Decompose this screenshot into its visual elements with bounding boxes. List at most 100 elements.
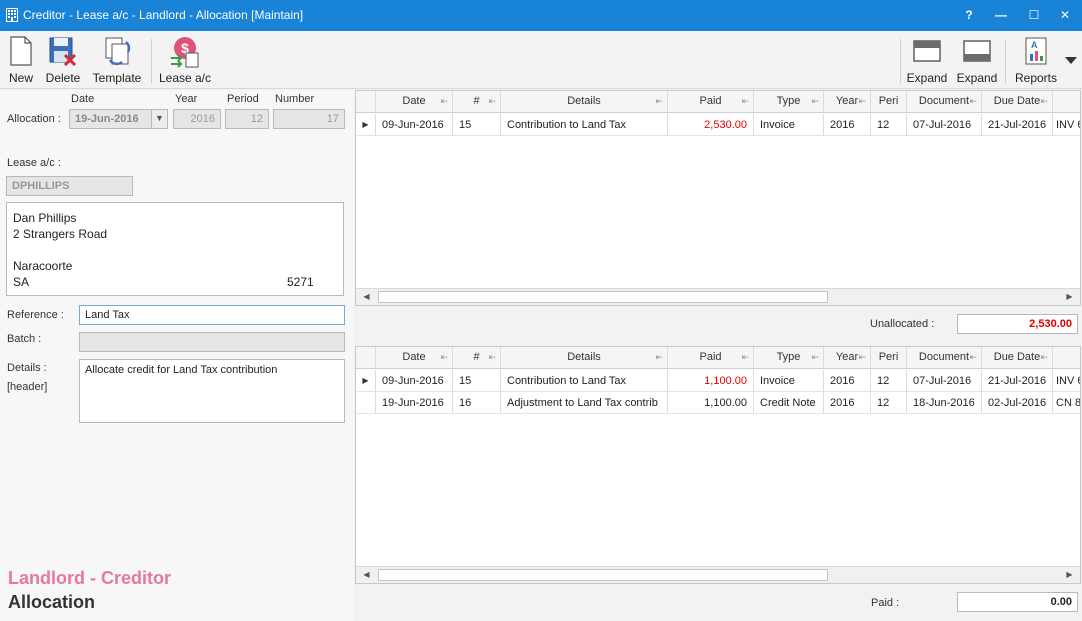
col-type[interactable]: Type ⇤ — [754, 91, 824, 112]
scroll-thumb[interactable] — [378, 569, 828, 581]
scroll-thumb[interactable] — [378, 291, 828, 303]
cell-details: Adjustment to Land Tax contrib — [501, 392, 668, 413]
toolbar: New Delete Template $ Lease a/c Expand E… — [0, 31, 1082, 89]
expand-label-1: Expand — [906, 71, 948, 85]
col-period[interactable]: Peri — [871, 347, 907, 368]
outstanding-grid: Date ⇤ # ⇤ Details ⇤ Paid ⇤ Type ⇤ Year ⇤ Peri… — [355, 90, 1081, 306]
cell-paid: 1,100.00 — [668, 392, 754, 413]
pin-icon: ⇤ — [858, 352, 866, 362]
delete-button[interactable]: Delete — [42, 31, 84, 89]
new-label: New — [8, 71, 33, 85]
template-label: Template — [92, 71, 142, 85]
table-row[interactable]: 19-Jun-2016 16 Adjustment to Land Tax co… — [356, 392, 1080, 414]
horizontal-scrollbar[interactable]: ◀ ▶ — [356, 566, 1080, 583]
col-type[interactable]: Type ⇤ — [754, 347, 824, 368]
cell-due-date: 21-Jul-2016 — [982, 370, 1053, 391]
toolbar-overflow-icon[interactable] — [1064, 55, 1078, 65]
period-header: Period — [227, 93, 259, 105]
scroll-right-icon[interactable]: ▶ — [1061, 289, 1078, 305]
col-due-date[interactable]: Due Date ⇤ — [982, 91, 1053, 112]
pin-icon: ⇤ — [741, 96, 749, 106]
scroll-right-icon[interactable]: ▶ — [1061, 567, 1078, 583]
table-row[interactable]: ▶ 09-Jun-2016 15 Contribution to Land Ta… — [356, 370, 1080, 392]
cell-due-date: 02-Jul-2016 — [982, 392, 1053, 413]
reference-field[interactable]: Land Tax — [79, 305, 345, 325]
year-field[interactable]: 2016 — [173, 109, 221, 129]
col-extra[interactable] — [1053, 347, 1080, 368]
grid-header: Date ⇤ # ⇤ Details ⇤ Paid ⇤ Type ⇤ Year ⇤ Peri… — [356, 347, 1080, 369]
col-due-date[interactable]: Due Date ⇤ — [982, 347, 1053, 368]
pin-icon: ⇤ — [1040, 352, 1048, 362]
reports-button[interactable]: A Reports — [1010, 31, 1062, 89]
paid-label: Paid : — [871, 597, 900, 609]
col-document[interactable]: Document ⇤ — [907, 347, 982, 368]
number-field[interactable]: 17 — [273, 109, 345, 129]
pin-icon: ⇤ — [655, 96, 663, 106]
col-year[interactable]: Year ⇤ — [824, 347, 871, 368]
batch-field[interactable] — [79, 332, 345, 352]
col-extra[interactable] — [1053, 91, 1080, 112]
minimize-button[interactable]: — — [984, 0, 1018, 31]
col-date[interactable]: Date ⇤ — [376, 91, 453, 112]
col-period[interactable]: Peri — [871, 91, 907, 112]
expand-button-1[interactable]: Expand — [904, 31, 950, 89]
col-year[interactable]: Year ⇤ — [824, 91, 871, 112]
col-paid[interactable]: Paid ⇤ — [668, 347, 754, 368]
allocation-date-field[interactable]: 19-Jun-2016 ▼ — [69, 109, 168, 129]
lease-account-field[interactable]: DPHILLIPS — [6, 176, 133, 196]
close-button[interactable]: ✕ — [1048, 0, 1082, 31]
col-paid[interactable]: Paid ⇤ — [668, 91, 754, 112]
col-date[interactable]: Date ⇤ — [376, 347, 453, 368]
allocation-date-value: 19-Jun-2016 — [75, 113, 139, 125]
pin-icon: ⇤ — [741, 352, 749, 362]
period-field[interactable]: 12 — [225, 109, 269, 129]
chevron-down-icon[interactable]: ▼ — [151, 110, 167, 128]
reports-label: Reports — [1014, 71, 1058, 85]
horizontal-scrollbar[interactable]: ◀ ▶ — [356, 288, 1080, 305]
details-sub-label: [header] — [7, 381, 48, 393]
cell-year: 2016 — [824, 392, 871, 413]
row-indicator-header — [356, 91, 376, 112]
help-button[interactable]: ? — [952, 0, 986, 31]
template-button[interactable]: Template — [88, 31, 146, 89]
row-selector-icon: ▶ — [356, 114, 376, 135]
expand-label-2: Expand — [956, 71, 998, 85]
delete-save-icon — [49, 37, 77, 66]
table-row[interactable]: ▶ 09-Jun-2016 15 Contribution to Land Ta… — [356, 114, 1080, 136]
cell-details: Contribution to Land Tax — [501, 370, 668, 391]
cell-period: 12 — [871, 392, 907, 413]
scroll-left-icon[interactable]: ◀ — [358, 289, 375, 305]
cell-extra: CN 8 — [1056, 397, 1080, 409]
year-header: Year — [175, 93, 198, 105]
cell-year: 2016 — [824, 114, 871, 135]
pin-icon: ⇤ — [440, 96, 448, 106]
cell-paid: 2,530.00 — [668, 114, 754, 135]
col-number[interactable]: # ⇤ — [453, 91, 501, 112]
cell-extra: INV 6 — [1056, 119, 1080, 131]
toolbar-separator — [1005, 39, 1006, 83]
form-title-main: Allocation — [8, 592, 96, 612]
col-number[interactable]: # ⇤ — [453, 347, 501, 368]
unallocated-value: 2,530.00 — [957, 314, 1078, 334]
col-details[interactable]: Details ⇤ — [501, 91, 668, 112]
cell-document: 07-Jul-2016 — [907, 114, 982, 135]
details-field[interactable]: Allocate credit for Land Tax contributio… — [79, 359, 345, 423]
pin-icon: ⇤ — [488, 352, 496, 362]
cell-due-date: 21-Jul-2016 — [982, 114, 1053, 135]
cell-year: 2016 — [824, 370, 871, 391]
new-button[interactable]: New — [2, 31, 40, 89]
maximize-button[interactable]: ☐ — [1017, 0, 1051, 31]
col-document[interactable]: Document ⇤ — [907, 91, 982, 112]
reference-label: Reference : — [7, 309, 64, 321]
delete-label: Delete — [45, 71, 81, 85]
lease-account-label: Lease a/c : — [7, 157, 61, 169]
scroll-left-icon[interactable]: ◀ — [358, 567, 375, 583]
lease-account-button[interactable]: $ Lease a/c — [156, 31, 214, 89]
grid-header: Date ⇤ # ⇤ Details ⇤ Paid ⇤ Type ⇤ Year ⇤ Peri… — [356, 91, 1080, 113]
pin-icon: ⇤ — [655, 352, 663, 362]
cell-number: 15 — [453, 114, 501, 135]
svg-text:A: A — [1031, 40, 1038, 50]
col-details[interactable]: Details ⇤ — [501, 347, 668, 368]
template-icon — [105, 37, 131, 66]
expand-button-2[interactable]: Expand — [954, 31, 1000, 89]
